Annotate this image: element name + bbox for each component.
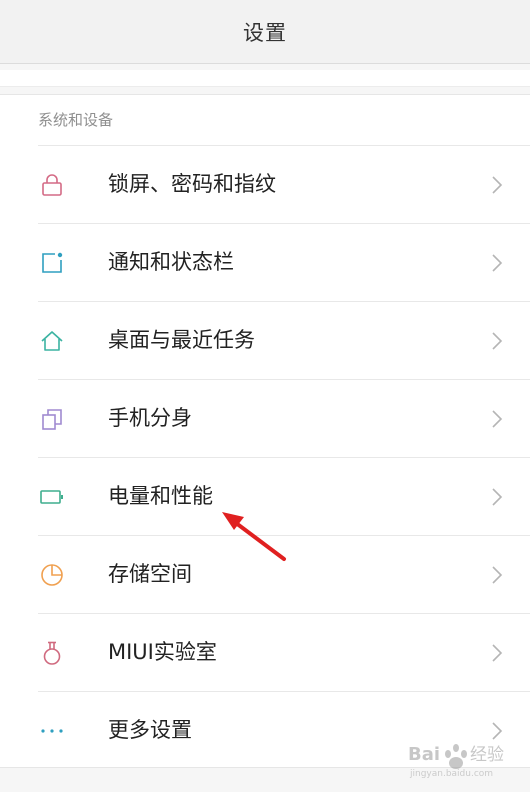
divider bbox=[38, 145, 530, 146]
settings-item-miui-lab[interactable]: MIUI实验室 bbox=[0, 613, 530, 691]
settings-item-lockscreen[interactable]: 锁屏、密码和指纹 bbox=[0, 145, 530, 223]
settings-item-label: 通知和状态栏 bbox=[108, 250, 234, 274]
lab-flask-icon bbox=[43, 641, 61, 665]
lock-icon bbox=[42, 174, 62, 196]
home-icon bbox=[41, 331, 63, 351]
title-bar: 设置 bbox=[0, 0, 530, 64]
annotation-arrow-icon bbox=[222, 512, 286, 561]
chevron-right-icon bbox=[492, 488, 503, 506]
more-dots-icon bbox=[41, 729, 63, 733]
settings-item-label: 电量和性能 bbox=[108, 484, 213, 508]
settings-item-second-space[interactable]: 手机分身 bbox=[0, 379, 530, 457]
chevron-right-icon bbox=[492, 254, 503, 272]
svg-text:经验: 经验 bbox=[470, 745, 504, 765]
settings-item-label: 锁屏、密码和指纹 bbox=[108, 172, 276, 196]
baidu-watermark-logo: Bai 经验 jingyan.baidu.com bbox=[408, 744, 504, 779]
battery-icon bbox=[40, 490, 63, 504]
settings-group-card: 系统和设备 锁屏、密码和指纹 通知和状态栏 桌面与最近任务 手机分身 电量和性能… bbox=[0, 94, 530, 768]
section-header: 系统和设备 bbox=[38, 111, 114, 129]
chevron-right-icon bbox=[492, 332, 503, 350]
settings-item-label: 手机分身 bbox=[108, 406, 192, 430]
settings-item-label: MIUI实验室 bbox=[108, 640, 217, 664]
chevron-right-icon bbox=[492, 644, 503, 662]
settings-item-label: 桌面与最近任务 bbox=[108, 328, 255, 352]
divider bbox=[38, 613, 530, 614]
settings-item-label: 存储空间 bbox=[108, 562, 192, 586]
svg-text:jingyan.baidu.com: jingyan.baidu.com bbox=[409, 769, 493, 779]
svg-text:Bai: Bai bbox=[408, 744, 440, 765]
divider bbox=[38, 301, 530, 302]
notification-icon bbox=[42, 252, 63, 273]
settings-item-notifications[interactable]: 通知和状态栏 bbox=[0, 223, 530, 301]
second-space-icon bbox=[42, 409, 62, 430]
settings-item-home-screen[interactable]: 桌面与最近任务 bbox=[0, 301, 530, 379]
top-group-gap bbox=[0, 64, 530, 94]
page-title: 设置 bbox=[243, 20, 287, 45]
chevron-right-icon bbox=[492, 566, 503, 584]
settings-item-label: 更多设置 bbox=[108, 718, 192, 742]
previous-group-bottom bbox=[0, 70, 530, 87]
divider bbox=[38, 457, 530, 458]
chevron-right-icon bbox=[492, 176, 503, 194]
divider bbox=[38, 379, 530, 380]
divider bbox=[38, 223, 530, 224]
storage-icon bbox=[41, 564, 63, 586]
chevron-right-icon bbox=[492, 410, 503, 428]
divider bbox=[38, 691, 530, 692]
